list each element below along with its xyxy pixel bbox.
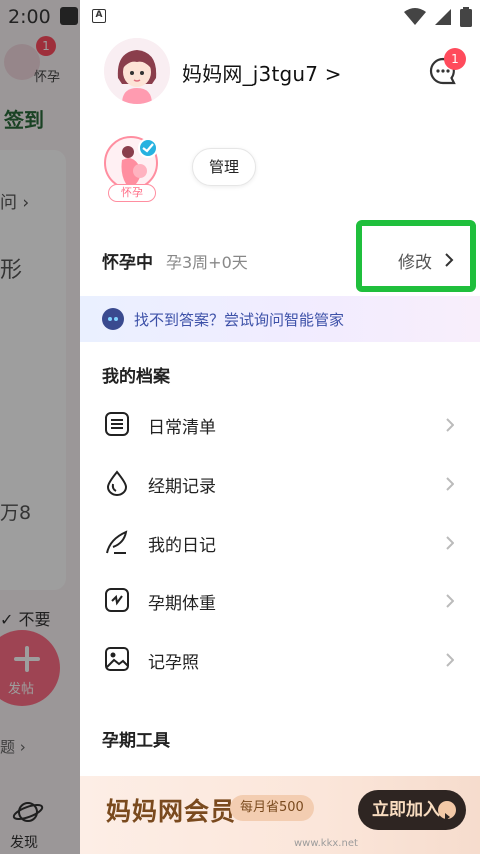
app-notification-icon <box>60 7 78 25</box>
user-avatar[interactable] <box>104 38 170 104</box>
username-chevron-icon: > <box>324 62 342 86</box>
system-icons <box>404 7 472 27</box>
edit-button[interactable]: 修改 <box>356 220 476 292</box>
chevron-right-icon <box>446 594 454 608</box>
verified-check-icon <box>138 138 158 158</box>
signal-icon <box>435 9 451 25</box>
menu-item-daily-list[interactable]: 日常清单 <box>80 396 480 454</box>
status-time: 2:00 <box>8 6 51 28</box>
watermark: www.kkx.net <box>294 838 358 849</box>
status-main: 怀孕中 <box>102 253 153 273</box>
menu-item-label: 日常清单 <box>148 418 216 438</box>
message-badge: 1 <box>444 48 466 70</box>
username[interactable]: 妈妈网_j3tgu7 > <box>182 58 342 87</box>
chevron-right-icon <box>446 536 454 550</box>
robot-icon <box>102 308 124 330</box>
wifi-icon <box>404 8 426 25</box>
smart-assistant-banner[interactable]: 找不到答案？尝试询问智能管家 <box>80 296 480 342</box>
edit-label: 修改 <box>398 253 432 273</box>
vip-savings-badge: 每月省500 <box>230 795 314 821</box>
avatar-illustration-icon <box>104 38 170 104</box>
scale-icon <box>105 588 129 612</box>
play-arrow-icon <box>438 801 456 821</box>
vip-banner[interactable]: 妈妈网会员 每月省500 立即加入 <box>80 776 480 854</box>
archive-section-title: 我的档案 <box>102 367 170 387</box>
status-bar: 2:00 A <box>0 0 480 34</box>
pregnancy-status-row: 怀孕中 孕3周+0天 修改 <box>80 220 480 296</box>
join-now-button[interactable]: 立即加入 <box>358 790 466 830</box>
chevron-right-icon <box>446 418 454 432</box>
menu-item-weight[interactable]: 孕期体重 <box>80 572 480 630</box>
feather-icon <box>106 530 128 554</box>
status-week: 孕3周+0天 <box>166 253 248 272</box>
droplet-icon <box>106 470 128 496</box>
join-now-label: 立即加入 <box>372 800 440 820</box>
pregnancy-stage-tag: 怀孕 <box>108 184 156 202</box>
vip-title: 妈妈网会员 <box>106 797 237 826</box>
menu-item-label: 我的日记 <box>148 536 216 556</box>
checklist-icon <box>105 412 129 436</box>
battery-icon <box>460 7 472 27</box>
chevron-right-icon <box>446 653 454 667</box>
assistant-text: 找不到答案？尝试询问智能管家 <box>134 311 345 329</box>
manage-button[interactable]: 管理 <box>192 148 256 186</box>
tools-section-title: 孕期工具 <box>102 731 170 751</box>
menu-item-diary[interactable]: 我的日记 <box>80 514 480 572</box>
menu-item-bump-photo[interactable]: 记孕照 <box>80 631 480 689</box>
menu-item-period-record[interactable]: 经期记录 <box>80 455 480 513</box>
drawer-scrim[interactable] <box>0 0 80 854</box>
side-drawer: 妈妈网_j3tgu7 > 1 怀孕 管理 怀孕中 孕3周+0天 修改 找不到答案… <box>80 0 480 854</box>
username-text: 妈妈网_j3tgu7 <box>182 62 319 86</box>
photo-icon <box>105 647 129 671</box>
menu-item-label: 经期记录 <box>148 477 216 497</box>
chevron-right-icon <box>446 477 454 491</box>
menu-item-label: 记孕照 <box>148 653 199 673</box>
menu-item-label: 孕期体重 <box>148 594 216 614</box>
a-notification-icon: A <box>92 9 106 23</box>
chevron-right-icon <box>445 253 454 267</box>
